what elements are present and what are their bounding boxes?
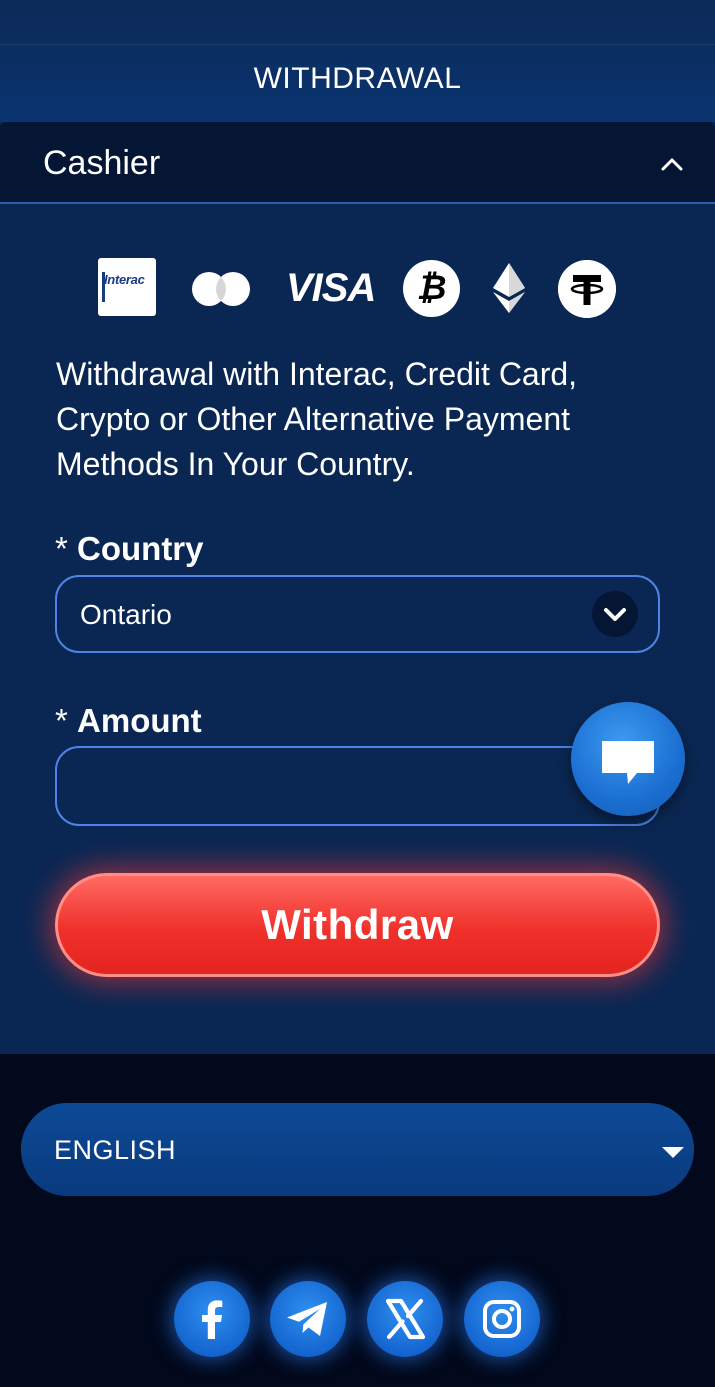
page-title: WITHDRAWAL bbox=[253, 62, 462, 95]
country-label-text: Country bbox=[77, 530, 204, 567]
cashier-title: Cashier bbox=[43, 144, 161, 182]
telegram-icon[interactable] bbox=[270, 1281, 346, 1357]
live-chat-button[interactable] bbox=[571, 702, 685, 816]
country-select[interactable]: Ontario bbox=[55, 575, 660, 653]
ethereum-icon bbox=[493, 263, 525, 313]
mastercard-icon bbox=[192, 272, 250, 306]
interac-text: Interac bbox=[104, 272, 145, 287]
caret-down-icon bbox=[662, 1147, 684, 1158]
withdrawal-description: Withdrawal with Interac, Credit Card, Cr… bbox=[56, 356, 578, 482]
chevron-up-icon[interactable] bbox=[660, 152, 684, 176]
chevron-down-icon[interactable] bbox=[592, 591, 638, 637]
required-mark: * bbox=[55, 530, 68, 567]
amount-label-text: Amount bbox=[77, 702, 202, 739]
tether-icon bbox=[558, 260, 616, 318]
withdraw-button[interactable]: Withdraw bbox=[55, 873, 660, 977]
amount-input[interactable] bbox=[55, 746, 660, 826]
country-label: * Country bbox=[55, 530, 204, 568]
required-mark: * bbox=[55, 702, 68, 739]
interac-icon: Interac bbox=[98, 258, 156, 316]
facebook-icon[interactable] bbox=[174, 1281, 250, 1357]
top-divider bbox=[0, 44, 715, 45]
language-value: ENGLISH bbox=[54, 1135, 177, 1165]
x-icon[interactable] bbox=[367, 1281, 443, 1357]
chat-icon bbox=[602, 741, 654, 784]
bitcoin-icon: ₿ bbox=[403, 260, 460, 317]
language-select[interactable]: ENGLISH bbox=[21, 1103, 694, 1196]
top-bar: WITHDRAWAL bbox=[0, 0, 715, 122]
amount-label: * Amount bbox=[55, 702, 202, 740]
cashier-header[interactable]: Cashier bbox=[0, 122, 715, 204]
instagram-icon[interactable] bbox=[464, 1281, 540, 1357]
visa-icon: VISA bbox=[286, 266, 376, 310]
withdrawal-page: WITHDRAWAL Cashier Interac VISA ₿ Withdr… bbox=[0, 0, 715, 1387]
country-value: Ontario bbox=[80, 599, 172, 630]
